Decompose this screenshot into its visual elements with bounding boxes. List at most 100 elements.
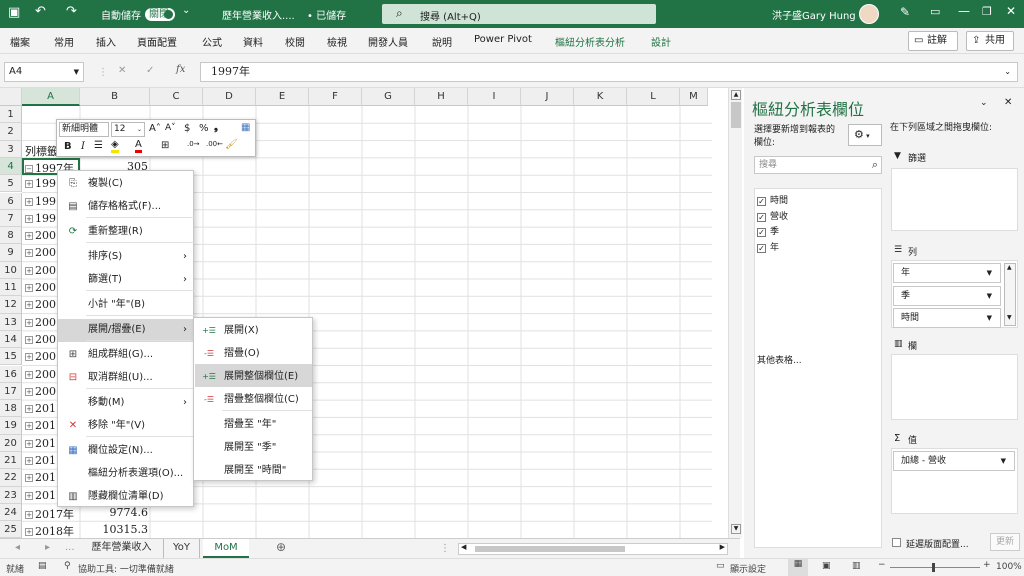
row-header-5[interactable]: 5 bbox=[0, 175, 22, 193]
user-name[interactable]: 洪子盛Gary Hung bbox=[772, 7, 856, 22]
tab-view[interactable]: 檢視 bbox=[327, 34, 347, 49]
context-menu-item[interactable]: 小計 "年"(B) bbox=[58, 293, 193, 316]
pen-icon[interactable]: ✎ bbox=[900, 5, 910, 19]
enter-icon[interactable]: ✓ bbox=[146, 65, 154, 76]
tab-pivottable-analyze[interactable]: 樞紐分析表分析 bbox=[555, 34, 625, 49]
search-box[interactable]: ⌕ 搜尋 (Alt+Q) bbox=[382, 4, 656, 24]
row-header-9[interactable]: 9 bbox=[0, 244, 22, 262]
tab-review[interactable]: 校閱 bbox=[285, 34, 305, 49]
context-menu-item[interactable]: 樞紐分析表選項(O)... bbox=[58, 462, 193, 485]
italic-icon[interactable]: I bbox=[81, 141, 85, 152]
accessibility-icon[interactable]: ⚲ bbox=[64, 561, 71, 571]
tab-design[interactable]: 設計 bbox=[651, 34, 671, 49]
ribbon-display-icon[interactable]: ▭ bbox=[930, 5, 940, 18]
row-label-cell[interactable]: +200 bbox=[25, 281, 56, 294]
tab-file[interactable]: 檔案 bbox=[10, 34, 30, 49]
add-sheet-icon[interactable]: ⊕ bbox=[276, 540, 286, 554]
row-label-cell[interactable]: +200 bbox=[25, 316, 56, 329]
name-box[interactable]: A4 ▼ bbox=[4, 62, 84, 82]
percent-icon[interactable]: % bbox=[199, 123, 209, 134]
zoom-slider[interactable] bbox=[890, 567, 980, 568]
submenu-item[interactable]: +☰ 展開整個欄位(E) bbox=[194, 365, 312, 388]
expand-icon[interactable]: + bbox=[25, 301, 33, 310]
field-item[interactable]: ✓ 季 bbox=[757, 224, 779, 237]
restore-icon[interactable]: ❐ bbox=[982, 5, 992, 18]
column-header-l[interactable]: L bbox=[627, 88, 680, 106]
page-layout-view-icon[interactable]: ▣ bbox=[822, 561, 831, 571]
context-menu-item[interactable]: 移動(M) › bbox=[58, 391, 193, 414]
field-item[interactable]: ✓ 時間 bbox=[757, 193, 788, 206]
row-header-19[interactable]: 19 bbox=[0, 417, 22, 435]
avatar[interactable] bbox=[859, 4, 879, 24]
row-header-6[interactable]: 6 bbox=[0, 192, 22, 210]
context-menu-item[interactable]: ▤ 儲存格格式(F)... bbox=[58, 195, 193, 218]
row-header-12[interactable]: 12 bbox=[0, 296, 22, 314]
pane-close-icon[interactable]: ✕ bbox=[1004, 97, 1012, 108]
context-menu-item[interactable]: ⊟ 取消群組(U)... bbox=[58, 366, 193, 389]
autosave-toggle[interactable]: 關閉 bbox=[145, 8, 175, 21]
sheet-tab-annual[interactable]: 歷年營業收入 bbox=[80, 539, 164, 558]
row-label-cell[interactable]: +201 bbox=[25, 437, 56, 450]
row-label-cell[interactable]: +200 bbox=[25, 264, 56, 277]
row-header-11[interactable]: 11 bbox=[0, 279, 22, 297]
tab-home[interactable]: 常用 bbox=[54, 34, 74, 49]
column-header-g[interactable]: G bbox=[362, 88, 415, 106]
scroll-up-icon[interactable]: ▲ bbox=[731, 90, 741, 100]
row-header-17[interactable]: 17 bbox=[0, 382, 22, 401]
field-item[interactable]: ✓ 營收 bbox=[757, 209, 788, 222]
sheet-tab-mom[interactable]: MoM bbox=[203, 539, 249, 558]
decrease-font-icon[interactable]: A˅ bbox=[165, 123, 176, 133]
context-menu-item[interactable]: ✕ 移除 "年"(V) bbox=[58, 414, 193, 437]
scroll-down-icon[interactable]: ▼ bbox=[1007, 314, 1012, 321]
tab-page-layout[interactable]: 頁面配置 bbox=[137, 34, 177, 49]
rows-scrollbar[interactable]: ▲ ▼ bbox=[1004, 263, 1016, 326]
field-checkbox[interactable]: ✓ bbox=[757, 228, 766, 237]
expand-icon[interactable]: + bbox=[25, 266, 33, 275]
expand-icon[interactable]: + bbox=[25, 405, 33, 414]
font-name-box[interactable]: 新細明體 bbox=[59, 122, 109, 137]
expand-icon[interactable]: + bbox=[25, 353, 33, 362]
filters-area[interactable] bbox=[891, 168, 1018, 231]
tab-help[interactable]: 說明 bbox=[432, 34, 452, 49]
submenu-item[interactable]: 展開至 "時間" bbox=[194, 459, 312, 482]
font-size-box[interactable]: 12 ⌄ bbox=[111, 122, 145, 137]
submenu-item[interactable]: -☰ 摺疊(O) bbox=[194, 342, 312, 365]
row-header-3[interactable]: 3 bbox=[0, 140, 22, 158]
update-button[interactable]: 更新 bbox=[990, 533, 1020, 551]
expand-icon[interactable]: + bbox=[25, 510, 33, 519]
context-menu-item[interactable]: 排序(S) › bbox=[58, 245, 193, 268]
context-menu-item[interactable]: ⎘ 複製(C) bbox=[58, 172, 193, 195]
row-header-25[interactable]: 25 bbox=[0, 521, 22, 538]
fill-color-icon[interactable]: ◈ bbox=[111, 140, 119, 153]
share-button[interactable]: ⇪ 共用 bbox=[966, 31, 1014, 51]
context-menu-item[interactable]: 篩選(T) › bbox=[58, 268, 193, 291]
tab-power-pivot[interactable]: Power Pivot bbox=[474, 34, 532, 45]
row-header-21[interactable]: 21 bbox=[0, 452, 22, 470]
scroll-down-icon[interactable]: ▼ bbox=[731, 524, 741, 534]
row-header-7[interactable]: 7 bbox=[0, 209, 22, 228]
save-icon[interactable]: ▣ bbox=[8, 5, 20, 20]
expand-icon[interactable]: + bbox=[25, 439, 33, 448]
row-label-cell[interactable]: +201 bbox=[25, 489, 56, 502]
decrease-decimal-icon[interactable]: .00← bbox=[206, 140, 223, 148]
h-scroll-thumb[interactable] bbox=[475, 546, 625, 552]
prev-sheet-icon[interactable]: ◂ bbox=[15, 542, 20, 553]
submenu-item[interactable]: 摺疊至 "年" bbox=[194, 413, 312, 436]
row-header-16[interactable]: 16 bbox=[0, 365, 22, 383]
defer-update-checkbox[interactable] bbox=[892, 538, 901, 547]
more-sheets-icon[interactable]: ... bbox=[65, 542, 75, 553]
comment-button[interactable]: ▭ 註解 bbox=[908, 31, 958, 51]
comma-icon[interactable]: ❟ bbox=[214, 122, 218, 133]
cell-a25[interactable]: +2018年 bbox=[25, 523, 74, 538]
zoom-thumb[interactable] bbox=[932, 563, 935, 572]
row-header-13[interactable]: 13 bbox=[0, 313, 22, 331]
row-label-cell[interactable]: +201 bbox=[25, 471, 56, 484]
expand-icon[interactable]: + bbox=[25, 318, 33, 327]
undo-icon[interactable]: ↶ bbox=[35, 4, 46, 19]
zoom-in-icon[interactable]: + bbox=[983, 560, 991, 570]
page-break-view-icon[interactable]: ▥ bbox=[852, 561, 861, 571]
row-header-20[interactable]: 20 bbox=[0, 434, 22, 452]
cell-b25[interactable]: 10315.3 bbox=[80, 523, 149, 536]
expand-icon[interactable]: + bbox=[25, 214, 33, 223]
font-color-icon[interactable]: A bbox=[135, 140, 142, 153]
